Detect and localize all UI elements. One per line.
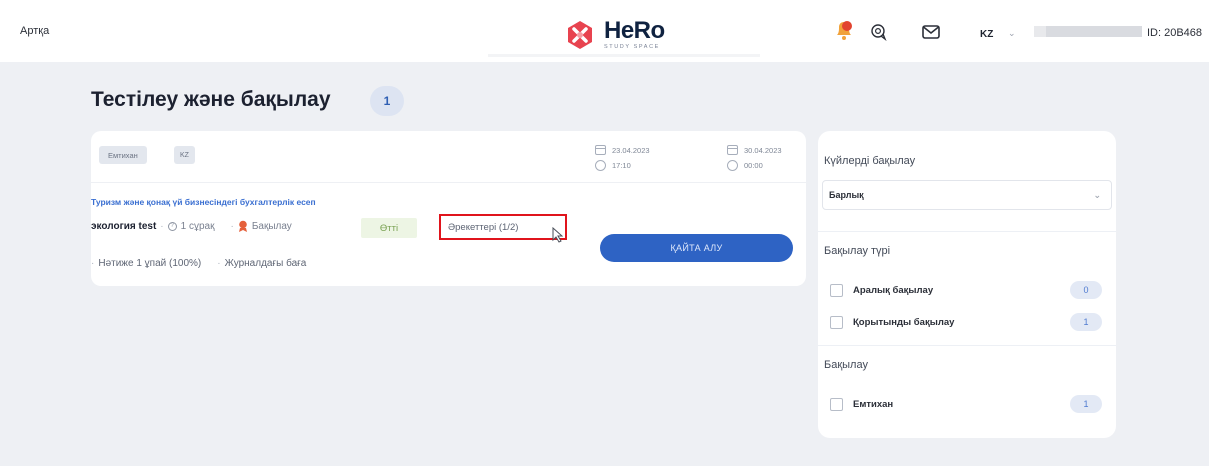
user-name-redacted <box>1034 26 1142 37</box>
filter-count: 0 <box>1070 281 1102 299</box>
attempts-counter[interactable]: Әрекеттері (1/2) <box>439 214 567 240</box>
filter-label: Емтихан <box>853 398 894 410</box>
course-title: Туризм және қонақ үй бизнесіндегі бухгал… <box>91 197 316 207</box>
retake-button[interactable]: ҚАЙТА АЛУ <box>600 234 793 262</box>
control-type-filter-title: Бақылау түрі <box>824 245 891 257</box>
language-selector[interactable]: KZ <box>980 29 993 40</box>
status-badge: Өтті <box>361 218 417 238</box>
back-link[interactable]: Артқа <box>20 25 49 37</box>
filter-label: Қорытынды бақылау <box>853 316 955 328</box>
test-meta-row: экология test · ? 1 сұрақ · Бақылау <box>91 220 292 232</box>
filter-item-intermediate[interactable]: Аралық бақылау 0 <box>830 280 1108 300</box>
attempts-label: Әрекеттері (1/2) <box>448 221 519 233</box>
result-row: · Нәтиже 1 ұпай (100%) · Журналдағы баға <box>91 258 307 269</box>
test-card: Емтихан KZ 23.04.2023 17:10 30.04.2023 0… <box>91 131 806 286</box>
title-count-badge: 1 <box>370 86 404 116</box>
state-select-value: Барлық <box>829 190 864 200</box>
state-filter-title: Күйлерді бақылау <box>824 155 916 167</box>
page-title: Тестілеу және бақылау <box>91 88 331 111</box>
control-badge-icon <box>238 220 247 232</box>
user-id: ID: 20B468 <box>1147 27 1203 39</box>
logo-title: HeRo <box>604 17 665 45</box>
result-score: Нәтиже 1 ұпай (100%) <box>98 258 202 269</box>
divider <box>818 231 1116 232</box>
question-icon: ? <box>167 221 177 231</box>
filter-count: 1 <box>1070 395 1102 413</box>
state-select[interactable]: Барлық ⌄ <box>822 180 1112 210</box>
chat-icon[interactable] <box>870 23 888 41</box>
checkbox[interactable] <box>830 397 843 411</box>
logo-divider <box>488 54 760 57</box>
filter-panel: Күйлерді бақылау Барлық ⌄ Бақылау түрі А… <box>818 131 1116 438</box>
question-count: 1 сұрақ <box>180 220 215 232</box>
journal-grade: Журналдағы баға <box>224 258 307 269</box>
chevron-down-icon[interactable]: ⌄ <box>1008 28 1016 39</box>
control-filter-title: Бақылау <box>824 359 868 371</box>
top-bar: Артқа HeRo STUDY SPACE KZ ⌄ ID: 20B468 <box>0 0 1209 62</box>
checkbox[interactable] <box>830 283 843 297</box>
filter-item-final[interactable]: Қорытынды бақылау 1 <box>830 312 1108 332</box>
test-subject: экология test <box>91 220 157 232</box>
checkbox[interactable] <box>830 315 843 329</box>
course-link[interactable]: Туризм және қонақ үй бизнесіндегі бухгал… <box>91 197 316 207</box>
notification-bell-icon[interactable] <box>832 18 856 42</box>
mail-icon[interactable] <box>922 24 940 40</box>
filter-item-exam[interactable]: Емтихан 1 <box>830 394 1108 414</box>
logo-subtitle: STUDY SPACE <box>604 44 660 51</box>
filter-label: Аралық бақылау <box>853 284 934 296</box>
divider <box>818 345 1116 346</box>
chevron-down-icon: ⌄ <box>1093 190 1101 200</box>
filter-count: 1 <box>1070 313 1102 331</box>
mouse-cursor-icon <box>552 227 563 243</box>
control-type: Бақылау <box>251 220 292 232</box>
logo[interactable]: HeRo STUDY SPACE <box>562 18 665 52</box>
hero-logo-icon <box>568 21 592 49</box>
